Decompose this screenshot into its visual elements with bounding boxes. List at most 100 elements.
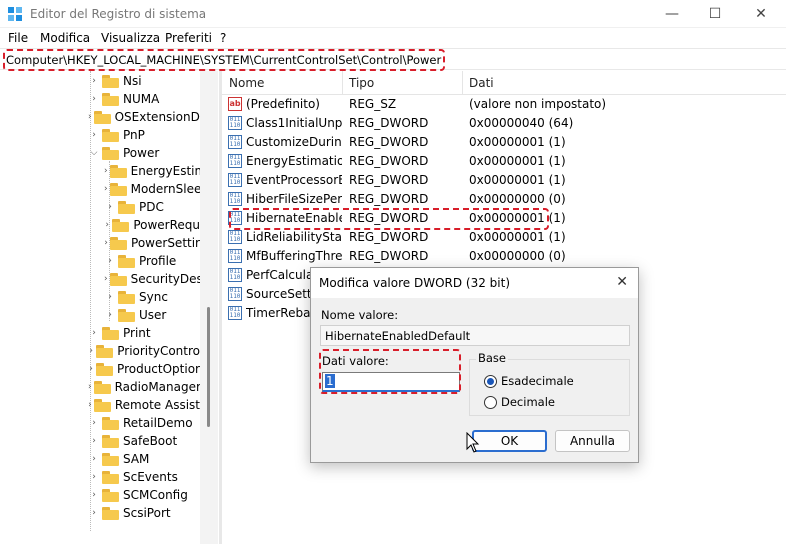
chevron-right-icon[interactable]: › — [88, 400, 92, 410]
tree-item[interactable]: › SAM — [88, 450, 200, 468]
chevron-right-icon[interactable]: › — [88, 436, 100, 446]
chevron-right-icon[interactable]: › — [88, 418, 100, 428]
chevron-right-icon[interactable]: › — [88, 130, 100, 140]
chevron-right-icon[interactable]: › — [88, 346, 94, 356]
tree-item-label[interactable]: EnergyEstim — [131, 164, 200, 178]
chevron-right-icon[interactable]: › — [88, 76, 100, 86]
tree-item[interactable]: › SCMConfig — [88, 486, 200, 504]
value-row[interactable]: 011 110 Class1InitialUnp... REG_DWORD 0x000… — [222, 114, 786, 133]
menu-file[interactable]: File — [8, 31, 28, 45]
tree-item-label[interactable]: PDC — [139, 200, 164, 214]
tree-scrollbar[interactable] — [200, 71, 218, 544]
value-row[interactable]: ab (Predefinito) REG_SZ (valore non imposta… — [222, 95, 786, 114]
tree-item[interactable]: › Profile — [104, 252, 200, 270]
minimize-button[interactable]: — — [661, 4, 683, 24]
menu-modifica[interactable]: Modifica — [40, 31, 90, 45]
tree-item[interactable]: › Nsi — [88, 72, 200, 90]
tree-item[interactable]: › ModernSlee — [104, 180, 200, 198]
tree-item-label[interactable]: Print — [123, 326, 151, 340]
tree-item-label[interactable]: ScsiPort — [123, 506, 171, 520]
tree-item-label[interactable]: ModernSlee — [131, 182, 200, 196]
tree-item-label[interactable]: SecurityDes — [131, 272, 200, 286]
tree-item-label[interactable]: PowerSettir — [131, 236, 200, 250]
ok-button[interactable]: OK — [472, 430, 547, 452]
chevron-right-icon[interactable]: › — [104, 310, 116, 320]
tree-item[interactable]: › ScEvents — [88, 468, 200, 486]
tree-item-label[interactable]: PnP — [123, 128, 145, 142]
chevron-right-icon[interactable]: › — [104, 238, 108, 248]
chevron-right-icon[interactable]: › — [104, 256, 116, 266]
column-name[interactable]: Nome — [229, 76, 264, 90]
radio-hexadecimal[interactable]: Esadecimale — [484, 374, 574, 388]
tree-item[interactable]: › PDC — [104, 198, 200, 216]
tree-item[interactable]: › PnP — [88, 126, 200, 144]
chevron-right-icon[interactable]: › — [88, 364, 94, 374]
tree-item-label[interactable]: User — [139, 308, 166, 322]
tree-item[interactable]: › SecurityDes — [104, 270, 200, 288]
tree-item-label[interactable]: PriorityContro — [117, 344, 200, 358]
radio-decimal[interactable]: Decimale — [484, 395, 555, 409]
tree-item[interactable]: › RetailDemo — [88, 414, 200, 432]
tree-item-label[interactable]: ProductOptior — [117, 362, 200, 376]
tree-item[interactable]: › Remote Assist — [88, 396, 200, 414]
value-row[interactable]: 011 110 CustomizeDurin... REG_DWORD 0x00000… — [222, 133, 786, 152]
value-row[interactable]: 011 110 EventProcessorE... REG_DWORD 0x0000… — [222, 171, 786, 190]
chevron-down-icon[interactable]: ⌵ — [88, 148, 100, 158]
tree-item[interactable]: › PriorityContro — [88, 342, 200, 360]
tree-item-label[interactable]: NUMA — [123, 92, 159, 106]
tree-item-label[interactable]: PowerRequ — [133, 218, 200, 232]
tree-item[interactable]: › EnergyEstim — [104, 162, 200, 180]
key-tree[interactable]: › Nsi › NUMA › OSExtensionDa › PnP ⌵ Power › Energy… — [0, 71, 200, 544]
tree-item-label[interactable]: SCMConfig — [123, 488, 188, 502]
cancel-button[interactable]: Annulla — [555, 430, 630, 452]
close-button[interactable]: ✕ — [750, 4, 772, 24]
tree-item-label[interactable]: SafeBoot — [123, 434, 177, 448]
column-data[interactable]: Dati — [469, 76, 494, 90]
tree-item-label[interactable]: Remote Assist — [115, 398, 200, 412]
chevron-right-icon[interactable]: › — [104, 292, 116, 302]
value-row[interactable]: 011 110 EnergyEstimatio... REG_DWORD 0x0000… — [222, 152, 786, 171]
menu-visualizza[interactable]: Visualizza — [101, 31, 160, 45]
maximize-button[interactable]: ☐ — [704, 4, 726, 24]
tree-item[interactable]: › ScsiPort — [88, 504, 200, 522]
tree-item[interactable]: › ProductOptior — [88, 360, 200, 378]
value-row[interactable]: 011 110 MfBufferingThre... REG_DWORD 0x0000… — [222, 247, 786, 266]
tree-item[interactable]: ⌵ Power — [88, 144, 200, 162]
value-row[interactable]: 011 110 LidReliabilityState REG_DWORD 0x000… — [222, 228, 786, 247]
tree-item-label[interactable]: Profile — [139, 254, 176, 268]
chevron-right-icon[interactable]: › — [88, 112, 92, 122]
tree-item[interactable]: › RadioManager — [88, 378, 200, 396]
dialog-close-button[interactable]: ✕ — [616, 274, 628, 290]
tree-item-label[interactable]: OSExtensionDa — [115, 110, 200, 124]
tree-item[interactable]: › SafeBoot — [88, 432, 200, 450]
column-type[interactable]: Tipo — [349, 76, 374, 90]
tree-item[interactable]: › User — [104, 306, 200, 324]
radio-decimal-indicator[interactable] — [484, 395, 497, 409]
chevron-right-icon[interactable]: › — [104, 274, 108, 284]
chevron-right-icon[interactable]: › — [104, 184, 108, 194]
chevron-right-icon[interactable]: › — [88, 472, 100, 482]
tree-item[interactable]: › OSExtensionDa — [88, 108, 200, 126]
menu-help[interactable]: ? — [220, 31, 226, 45]
tree-item-label[interactable]: ScEvents — [123, 470, 178, 484]
radio-hexadecimal-indicator[interactable] — [484, 374, 497, 388]
menu-preferiti[interactable]: Preferiti — [165, 31, 212, 45]
chevron-right-icon[interactable]: › — [88, 508, 100, 518]
chevron-right-icon[interactable]: › — [104, 220, 110, 230]
tree-item-label[interactable]: RetailDemo — [123, 416, 193, 430]
tree-item-label[interactable]: Nsi — [123, 74, 142, 88]
chevron-right-icon[interactable]: › — [88, 328, 100, 338]
chevron-right-icon[interactable]: › — [88, 382, 92, 392]
value-row[interactable]: 011 110 HiberFileSizePer... REG_DWORD 0x000… — [222, 190, 786, 209]
column-separator[interactable] — [462, 71, 463, 95]
tree-item-label[interactable]: Power — [123, 146, 159, 160]
tree-item[interactable]: › NUMA — [88, 90, 200, 108]
tree-item[interactable]: › Sync — [104, 288, 200, 306]
tree-item[interactable]: › Print — [88, 324, 200, 342]
radio-hexadecimal-label[interactable]: Esadecimale — [501, 374, 574, 388]
chevron-right-icon[interactable]: › — [104, 166, 108, 176]
chevron-right-icon[interactable]: › — [88, 94, 100, 104]
tree-item-label[interactable]: Sync — [139, 290, 168, 304]
radio-decimal-label[interactable]: Decimale — [501, 395, 555, 409]
chevron-right-icon[interactable]: › — [104, 202, 116, 212]
